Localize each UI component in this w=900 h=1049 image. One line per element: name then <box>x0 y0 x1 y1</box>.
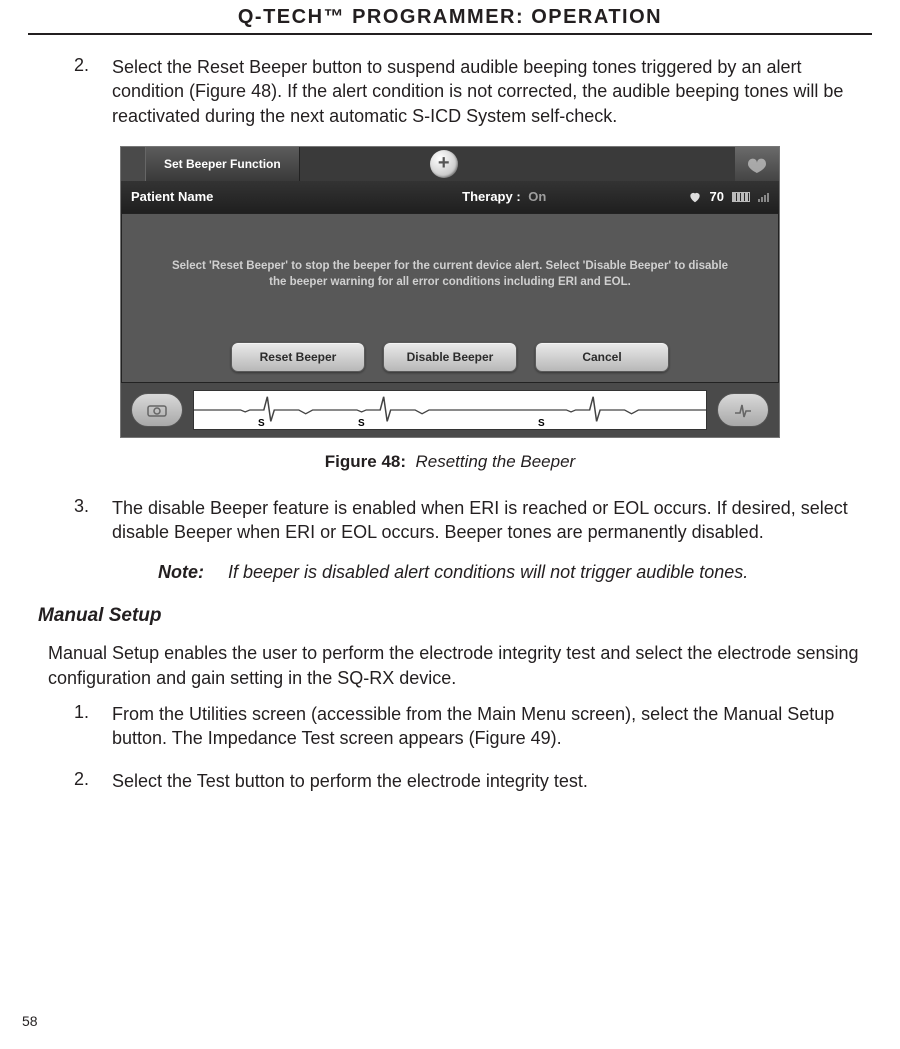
signal-icon <box>758 192 769 202</box>
step-number: 3. <box>38 496 112 545</box>
therapy-status: Therapy : On <box>321 189 688 204</box>
manual-setup-heading: Manual Setup <box>38 605 862 627</box>
battery-icon <box>732 192 750 202</box>
tab-set-beeper[interactable]: Set Beeper Function <box>145 147 300 181</box>
step-text: Select the Test button to perform the el… <box>112 769 862 793</box>
figure-caption: Figure 48: Resetting the Beeper <box>325 452 575 472</box>
capture-button-right[interactable] <box>717 393 769 427</box>
main-panel: Select 'Reset Beeper' to stop the beeper… <box>121 213 779 383</box>
manual-setup-intro: Manual Setup enables the user to perform… <box>38 641 862 690</box>
instruction-text: Select 'Reset Beeper' to stop the beeper… <box>136 224 764 290</box>
tab-add-area: + <box>300 147 735 181</box>
marker-s1: S <box>258 418 265 429</box>
tab-spacer <box>121 147 145 181</box>
step-text: From the Utilities screen (accessible fr… <box>112 702 862 751</box>
step-number: 2. <box>38 769 112 793</box>
figure-48: Set Beeper Function + Patient Name Thera… <box>38 146 862 488</box>
button-row: Reset Beeper Disable Beeper Cancel <box>122 342 778 372</box>
therapy-label: Therapy : <box>462 189 521 204</box>
heart-rate: 70 <box>710 189 724 204</box>
marker-s3: S <box>538 418 545 429</box>
marker-s2: S <box>358 418 365 429</box>
add-tab-icon[interactable]: + <box>430 150 458 178</box>
page-header: Q-TECH™ PROGRAMMER: OPERATION <box>28 0 872 35</box>
device-screenshot: Set Beeper Function + Patient Name Thera… <box>120 146 780 438</box>
ecg-strip: S S S <box>193 390 707 430</box>
note: Note: If beeper is disabled alert condit… <box>38 562 862 583</box>
therapy-value: On <box>528 189 546 204</box>
step-number: 1. <box>38 702 112 751</box>
status-right: 70 <box>688 189 769 204</box>
tab-bar: Set Beeper Function + <box>121 147 779 181</box>
manual-step-2: 2. Select the Test button to perform the… <box>38 769 862 793</box>
note-label: Note: <box>158 562 228 583</box>
reset-beeper-button[interactable]: Reset Beeper <box>231 342 365 372</box>
step-3: 3. The disable Beeper feature is enabled… <box>38 496 862 545</box>
figure-title: Resetting the Beeper <box>415 452 575 471</box>
step-number: 2. <box>38 55 112 128</box>
manual-step-1: 1. From the Utilities screen (accessible… <box>38 702 862 751</box>
step-2: 2. Select the Reset Beeper button to sus… <box>38 55 862 128</box>
note-text: If beeper is disabled alert conditions w… <box>228 562 862 583</box>
step-text: Select the Reset Beeper button to suspen… <box>112 55 862 128</box>
heart-icon <box>688 190 702 204</box>
page-body: 2. Select the Reset Beeper button to sus… <box>28 35 872 793</box>
patient-name: Patient Name <box>131 189 321 204</box>
capture-button-left[interactable] <box>131 393 183 427</box>
rescue-shock-icon[interactable] <box>735 147 779 181</box>
ecg-row: S S S <box>121 383 779 437</box>
step-text: The disable Beeper feature is enabled wh… <box>112 496 862 545</box>
disable-beeper-button[interactable]: Disable Beeper <box>383 342 517 372</box>
figure-number: Figure 48: <box>325 452 406 471</box>
cancel-button[interactable]: Cancel <box>535 342 669 372</box>
page-number: 58 <box>22 1013 38 1029</box>
status-bar: Patient Name Therapy : On 70 <box>121 181 779 213</box>
